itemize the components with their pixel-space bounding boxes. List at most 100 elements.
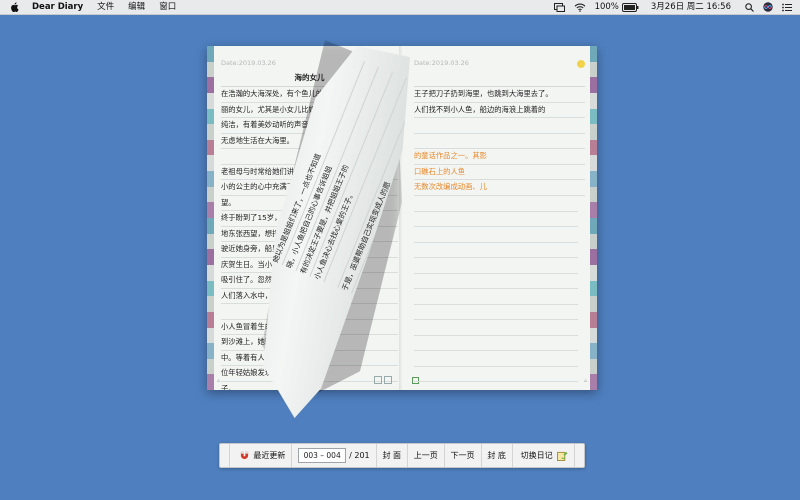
tab-stripe [590,155,597,172]
tab-stripe [590,61,597,78]
right-tab-strip [590,46,597,390]
tab-stripe [207,218,214,234]
edit-icon[interactable] [384,376,392,384]
right-page-text: 王子把刀子扔到海里，也跳到大海里去了。 人们找不到小人鱼，船边的海浪上跳着的 的童话… [414,87,585,196]
diary-switch-icon [556,451,568,461]
tab-stripe [207,46,214,62]
battery-icon[interactable] [621,2,639,12]
spotlight-search-icon[interactable] [745,2,754,12]
switch-diary-label: 切换日记 [520,451,553,460]
siri-icon[interactable] [763,2,773,12]
tab-stripe [590,124,597,140]
display-icon[interactable] [553,2,565,12]
tab-stripe [590,108,597,125]
toolbar-grip-left[interactable] [220,444,231,467]
tab-stripe [590,358,597,375]
ruled-line [414,305,578,320]
recent-updates-label: 最近更新 [253,451,286,460]
app-menu[interactable]: Dear Diary [25,0,90,14]
tab-stripe [207,233,214,250]
left-tab-strip [207,46,214,390]
tab-stripe [590,92,597,109]
grid-icon[interactable] [374,376,382,384]
switch-diary-button[interactable]: 切换日记 [513,450,574,461]
tab-stripe [590,264,597,281]
tab-stripe [207,374,214,390]
cover-button[interactable]: 封 面 [376,450,407,461]
recent-updates-button[interactable]: 最近更新 [230,450,291,461]
tab-stripe [590,343,597,359]
tab-stripe [207,61,214,78]
left-foot-controls[interactable] [374,376,392,384]
text-line: 口礁石上的人鱼 [414,165,585,180]
ruled-line [414,289,578,305]
tab-stripe [590,77,597,93]
tab-stripe [207,139,214,156]
ruled-line [414,274,578,289]
window-menu[interactable]: 窗口 [152,0,183,14]
total-pages: / 201 [349,451,370,460]
tab-stripe [590,233,597,250]
ruled-line [414,227,578,243]
ruled-line [414,351,578,367]
tab-stripe [590,374,597,390]
right-page-ruled-lines [414,196,578,382]
edit-menu[interactable]: 编辑 [121,0,152,14]
previous-page-button[interactable]: 上一页 [408,450,444,461]
tab-stripe [590,249,597,265]
tab-stripe [207,202,214,219]
menu-bar: Dear Diary 文件 编辑 窗口 100% 3月26日 周二 16:56 [0,0,800,15]
ruled-line [414,243,578,258]
text-line: 无数次改编成动画、儿 [414,180,585,196]
wifi-icon[interactable] [574,3,586,12]
ruled-line [414,258,578,274]
text-line: 王子把刀子扔到海里，也跳到大海里去了。 [414,87,585,103]
toolbar-grip-right[interactable] [573,444,584,467]
right-page-date: Date:2019.03.26 [414,59,469,67]
right-foot-mark-icon: ▵ [583,376,587,384]
tab-stripe [207,92,214,109]
tab-stripe [207,327,214,344]
tab-stripe [207,296,214,312]
next-page-button[interactable]: 下一页 [445,450,481,461]
tab-stripe [590,171,597,187]
text-line [414,134,585,149]
tab-stripe [207,343,214,359]
page-navigator: / 201 [292,448,376,463]
tab-stripe [590,46,597,62]
tab-stripe [590,202,597,219]
tab-stripe [590,280,597,297]
tab-stripe [207,171,214,187]
ruled-line [414,196,578,212]
tab-stripe [590,296,597,312]
tab-stripe [207,124,214,140]
tab-stripe [590,311,597,328]
notification-center-icon[interactable] [782,3,792,12]
tab-stripe [207,108,214,125]
tab-stripe [590,186,597,203]
apple-logo-icon[interactable] [10,2,19,12]
ruled-line [414,320,578,336]
tab-stripe [590,218,597,234]
tab-stripe [207,186,214,203]
file-menu[interactable]: 文件 [90,0,121,14]
ruled-line [414,212,578,227]
ruled-line [414,336,578,351]
bottom-toolbar: 最近更新 / 201 封 面 上一页 下一页 封 底 切换日记 [219,443,585,468]
text-line [414,118,585,134]
magnet-icon [241,451,249,460]
page-number-field[interactable] [298,448,347,463]
tab-stripe [207,264,214,281]
battery-percent: 100% [594,2,619,12]
tab-stripe [207,77,214,93]
tab-stripe [207,311,214,328]
left-foot-mark-icon: ▵ [217,376,221,384]
text-line: 人们找不到小人鱼，船边的海浪上跳着的 [414,103,585,118]
tab-stripe [207,280,214,297]
ruled-line [414,367,578,382]
clock[interactable]: 3月26日 周二 16:56 [651,0,731,14]
back-cover-button[interactable]: 封 底 [481,450,512,461]
tab-stripe [207,155,214,172]
tab-stripe [207,249,214,265]
text-line: 的童话作品之一。其影 [414,149,585,165]
